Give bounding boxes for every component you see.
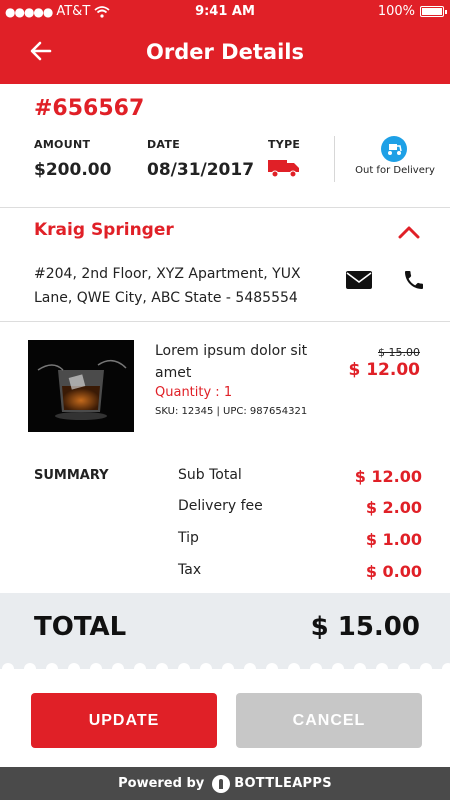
total-label: TOTAL bbox=[34, 612, 127, 642]
summary-row-label: Tip bbox=[178, 530, 199, 546]
battery-status: 100% bbox=[377, 4, 447, 19]
summary-row-value: $ 1.00 bbox=[365, 530, 422, 549]
amount-label: AMOUNT bbox=[34, 138, 91, 151]
summary-row-subtotal: Sub Total $ 12.00 bbox=[178, 467, 422, 489]
amount-value: $200.00 bbox=[34, 160, 112, 180]
summary-row-tax: Tax $ 0.00 bbox=[178, 562, 422, 584]
truck-icon bbox=[268, 160, 299, 178]
page-title: Order Details bbox=[146, 40, 304, 64]
summary-row-delivery-fee: Delivery fee $ 2.00 bbox=[178, 498, 422, 520]
summary-row-label: Sub Total bbox=[178, 467, 242, 483]
product-sku: SKU: 12345 | UPC: 987654321 bbox=[155, 406, 308, 417]
delivery-status: Out for Delivery bbox=[355, 165, 435, 176]
section-divider bbox=[0, 321, 450, 322]
scalloped-edge bbox=[0, 662, 450, 676]
product-old-price: $ 15.00 bbox=[378, 346, 420, 359]
date-label: DATE bbox=[147, 138, 181, 151]
product-image bbox=[28, 340, 134, 432]
app-header: ●●●●● AT&T 9:41 AM 100% Order Details bbox=[0, 0, 450, 84]
bottle-logo-icon bbox=[212, 774, 231, 793]
powered-by-label: Powered by bbox=[118, 776, 205, 791]
battery-icon bbox=[420, 6, 447, 17]
product-name: Lorem ipsum dolor sit amet bbox=[155, 343, 308, 381]
chevron-up-icon[interactable] bbox=[398, 224, 420, 240]
powered-by-footer: Powered by BOTTLEAPPS bbox=[0, 767, 450, 800]
vertical-divider bbox=[334, 136, 335, 182]
update-button[interactable]: UPDATE bbox=[31, 693, 217, 748]
product-quantity: Quantity : 1 bbox=[155, 385, 233, 400]
status-bar: ●●●●● AT&T 9:41 AM 100% bbox=[0, 0, 450, 24]
summary-row-value: $ 12.00 bbox=[354, 467, 422, 486]
customer-name: Kraig Springer bbox=[34, 220, 174, 240]
date-value: 08/31/2017 bbox=[147, 160, 255, 180]
summary-row-label: Delivery fee bbox=[178, 498, 263, 514]
summary-row-value: $ 0.00 bbox=[365, 562, 422, 581]
total-value: $ 15.00 bbox=[310, 612, 420, 642]
order-id: #656567 bbox=[34, 96, 145, 121]
section-divider bbox=[0, 207, 450, 208]
cancel-button[interactable]: CANCEL bbox=[236, 693, 422, 748]
brand-name: BOTTLEAPPS bbox=[234, 776, 332, 791]
type-label: TYPE bbox=[268, 138, 301, 151]
summary-label: SUMMARY bbox=[34, 468, 109, 483]
delivery-scooter-icon bbox=[381, 136, 407, 162]
summary-row-label: Tax bbox=[178, 562, 202, 578]
summary-row-tip: Tip $ 1.00 bbox=[178, 530, 422, 552]
phone-icon[interactable] bbox=[402, 268, 426, 292]
mail-icon[interactable] bbox=[346, 270, 372, 290]
product-price: $ 12.00 bbox=[348, 360, 420, 380]
summary-row-value: $ 2.00 bbox=[365, 498, 422, 517]
battery-percent: 100% bbox=[377, 4, 415, 19]
brand: BOTTLEAPPS bbox=[212, 774, 332, 793]
customer-address: #204, 2nd Floor, XYZ Apartment, YUX Lane… bbox=[34, 266, 301, 306]
